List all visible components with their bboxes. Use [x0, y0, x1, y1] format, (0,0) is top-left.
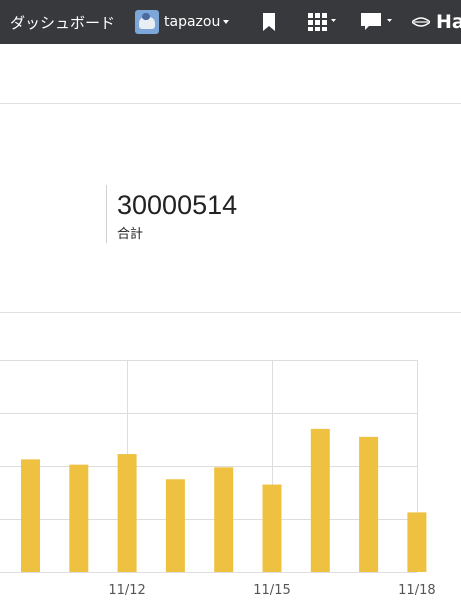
chart-bar [21, 459, 40, 572]
bar-chart: 11/12 11/15 11/18 [0, 360, 436, 598]
chevron-down-icon[interactable] [223, 20, 230, 24]
chart-bar [117, 454, 137, 572]
hatena-logo[interactable]: Ha [412, 11, 461, 33]
total-label: 合計 [117, 227, 144, 242]
section-divider [0, 103, 461, 104]
logo-text: Ha [436, 11, 461, 33]
total-stat: 30000514 合計 [106, 185, 237, 243]
total-value: 30000514 [117, 190, 238, 220]
x-tick-label: 11/12 [108, 583, 145, 598]
chart-bar [165, 479, 185, 572]
chart-bar [69, 464, 89, 572]
chart-bar [407, 512, 427, 572]
user-menu[interactable]: tapazou [135, 9, 230, 35]
chart-bar [262, 484, 282, 572]
top-nav-bar: ダッシュボード tapazou Ha [0, 0, 461, 44]
dashboard-link[interactable]: ダッシュボード [10, 12, 115, 33]
x-tick-label: 11/18 [398, 583, 435, 598]
x-tick-label: 11/15 [253, 583, 290, 598]
chart-bar [310, 428, 330, 572]
notification-chat-icon[interactable] [361, 13, 395, 35]
chart-bar [359, 436, 379, 572]
avatar[interactable] [135, 10, 159, 34]
logo-mark-icon [412, 17, 430, 27]
apps-grid-icon[interactable] [308, 13, 336, 35]
section-divider [0, 312, 461, 313]
bookmark-icon[interactable] [262, 13, 276, 35]
chart-bar [214, 467, 234, 572]
username-label[interactable]: tapazou [164, 14, 220, 30]
